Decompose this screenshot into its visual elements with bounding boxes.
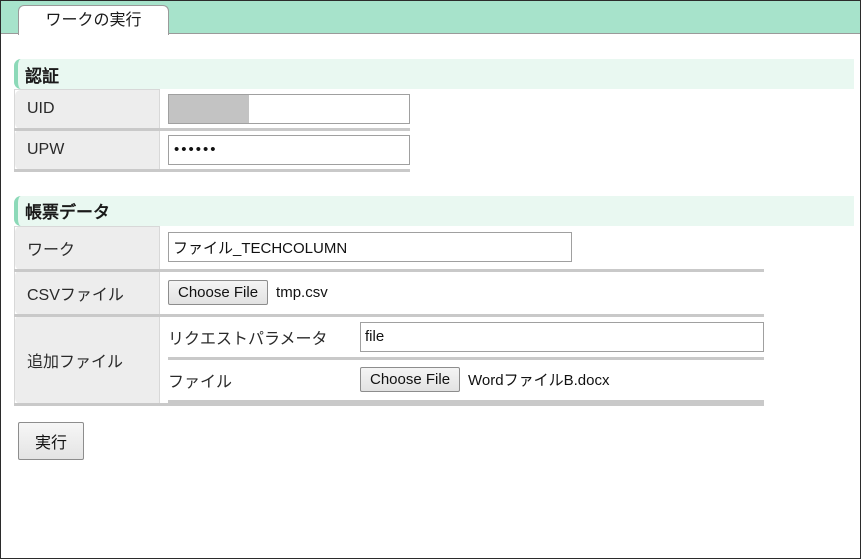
field-label-file: ファイル	[168, 358, 360, 403]
page-content: 認証 UID UPW •••••• 帳票データ ワーク ファイル_TECHCOL…	[1, 35, 860, 558]
request-parameter-input[interactable]	[360, 321, 764, 352]
field-value-upw: ••••••	[159, 129, 410, 172]
field-value-csv-file: Choose File tmp.csv	[159, 270, 764, 317]
submit-area: 実行	[18, 421, 860, 460]
uid-input[interactable]	[168, 93, 410, 124]
field-label-csv-file: CSVファイル	[14, 269, 160, 317]
table-row: UID	[14, 89, 410, 131]
selected-file-name-additional: WordファイルB.docx	[468, 372, 610, 389]
section-header-auth: 認証	[14, 59, 854, 89]
field-value-work	[159, 226, 764, 272]
tab-bar: ワークの実行	[1, 1, 860, 35]
field-label-uid: UID	[14, 89, 160, 131]
field-value-uid	[159, 89, 410, 131]
section-title-form-data: 帳票データ	[25, 203, 110, 222]
field-value-request-parameter	[360, 316, 764, 360]
field-label-request-parameter: リクエストパラメータ	[168, 316, 360, 360]
application-window: ワークの実行 認証 UID UPW •••••• 帳票データ ワーク ファイル_…	[0, 0, 861, 559]
field-label-work: ワーク	[14, 225, 160, 272]
tab-work-execution[interactable]: ワークの実行	[18, 5, 169, 35]
section-title-auth: 認証	[25, 66, 59, 86]
table-row: 追加ファイル リクエストパラメータ file ファイル Choose File …	[14, 314, 764, 406]
field-label-additional-file: 追加ファイル	[14, 314, 160, 406]
tab-label: ワークの実行	[45, 11, 142, 29]
field-label-upw: UPW	[14, 128, 160, 172]
additional-file-subtable: リクエストパラメータ ファイル Choose File	[168, 316, 764, 403]
uid-input-wrapper	[168, 93, 410, 124]
form-data-table: ワーク CSVファイル Choose File tmp.csv	[14, 225, 764, 406]
auth-form-table: UID UPW ••••••	[14, 89, 410, 172]
section-header-form-data: 帳票データ	[14, 195, 854, 226]
choose-file-button-additional[interactable]: Choose File	[360, 367, 461, 392]
execute-button[interactable]: 実行	[18, 421, 85, 460]
top-spacer	[1, 35, 860, 59]
field-value-file: Choose File WordファイルB.docx	[360, 358, 764, 403]
table-row: ファイル Choose File WordファイルB.docx	[168, 358, 764, 403]
table-row: CSVファイル Choose File tmp.csv	[14, 269, 764, 317]
csv-file-field: Choose File tmp.csv	[168, 278, 764, 308]
field-value-additional-file: リクエストパラメータ ファイル Choose File	[159, 315, 764, 406]
selected-file-name-csv: tmp.csv	[276, 284, 328, 301]
additional-file-field: Choose File WordファイルB.docx	[360, 365, 764, 395]
table-row: リクエストパラメータ	[168, 316, 764, 360]
table-row: UPW ••••••	[14, 128, 410, 172]
work-input[interactable]	[168, 232, 572, 263]
choose-file-button-csv[interactable]: Choose File	[168, 280, 269, 305]
table-row: ワーク	[14, 225, 764, 272]
upw-input[interactable]: ••••••	[168, 134, 410, 165]
